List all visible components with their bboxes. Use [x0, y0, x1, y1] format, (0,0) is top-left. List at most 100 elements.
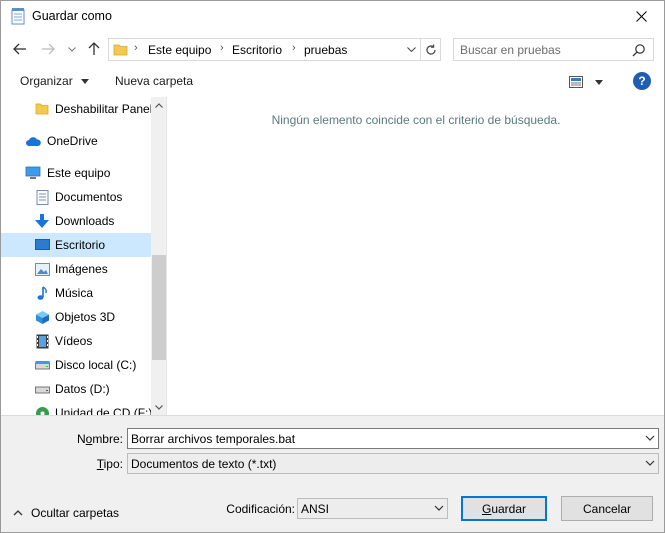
- sidebar-item-este-equipo[interactable]: Este equipo: [1, 161, 151, 185]
- chevron-down-icon: [68, 46, 76, 52]
- encoding-value: ANSI: [301, 502, 330, 516]
- notepad-icon: [11, 8, 25, 25]
- sidebar-item-unidad-cd-f[interactable]: Unidad de CD (F:): [1, 401, 153, 415]
- save-options-panel: Nombre: Borrar archivos temporales.bat T…: [1, 415, 664, 532]
- chevron-down-icon: [645, 435, 655, 441]
- chevron-down-icon: [406, 47, 416, 52]
- arrow-left-icon: [13, 43, 26, 55]
- folder-icon: [113, 44, 128, 56]
- chevron-down-icon: [645, 460, 655, 466]
- address-bar[interactable]: › Este equipo › Escritorio › pruebas: [108, 38, 441, 61]
- sidebar-item-label: Documentos: [55, 190, 123, 204]
- hide-folders-toggle[interactable]: Ocultar carpetas: [13, 506, 119, 520]
- sidebar-item-label: Downloads: [55, 214, 115, 228]
- sidebar-item-videos[interactable]: Vídeos: [1, 329, 151, 353]
- close-icon: [635, 11, 647, 22]
- chevron-down-icon: [434, 505, 444, 511]
- refresh-button[interactable]: [420, 39, 441, 60]
- window-title: Guardar como: [32, 9, 112, 23]
- documents-icon: [34, 189, 50, 205]
- filename-field[interactable]: Borrar archivos temporales.bat: [127, 428, 659, 449]
- caret-down-icon: [595, 79, 603, 85]
- address-dropdown-button[interactable]: [402, 39, 420, 60]
- computer-icon: [25, 165, 41, 181]
- arrow-up-icon: [88, 42, 100, 55]
- help-button[interactable]: ?: [633, 72, 651, 90]
- breadcrumb-este-equipo[interactable]: Este equipo: [148, 43, 211, 57]
- sidebar-item-label: Imágenes: [55, 262, 108, 276]
- forward-button[interactable]: [39, 39, 57, 59]
- chevron-up-icon: [155, 102, 163, 108]
- filename-label: Nombre:: [76, 432, 123, 446]
- search-box[interactable]: [453, 38, 654, 61]
- sidebar-item-label: Deshabilitar Panel: [55, 102, 153, 116]
- sidebar-item-disco-local-c[interactable]: Disco local (C:): [1, 353, 151, 377]
- sidebar-item-label: Unidad de CD (F:): [55, 406, 153, 415]
- file-type-value: Documentos de texto (*.txt): [131, 457, 277, 471]
- sidebar-item-label: Este equipo: [47, 166, 111, 180]
- sidebar-item-objetos-3d[interactable]: Objetos 3D: [1, 305, 151, 329]
- sidebar-item-label: OneDrive: [47, 134, 98, 148]
- sidebar-item-documentos[interactable]: Documentos: [1, 185, 151, 209]
- view-details-icon: [569, 76, 583, 88]
- folder-icon: [34, 101, 50, 117]
- back-button[interactable]: [11, 39, 29, 59]
- scroll-up-button[interactable]: [151, 97, 166, 113]
- close-button[interactable]: [618, 1, 664, 32]
- encoding-select[interactable]: ANSI: [297, 498, 448, 519]
- title-bar: Guardar como: [1, 1, 664, 32]
- cancel-button[interactable]: Cancelar: [561, 496, 653, 521]
- cd-drive-icon: [34, 405, 50, 415]
- scroll-thumb[interactable]: [152, 255, 166, 360]
- save-as-dialog: Guardar como › Este equipo › Escritorio …: [0, 0, 665, 533]
- sidebar-item-deshabilitar-panel[interactable]: Deshabilitar Panel: [1, 97, 153, 121]
- sidebar-item-label: Disco local (C:): [55, 358, 137, 372]
- sidebar-item-onedrive[interactable]: OneDrive: [1, 129, 151, 153]
- save-button[interactable]: Guardar: [461, 496, 547, 521]
- caret-down-icon: [81, 79, 90, 85]
- cloud-icon: [25, 133, 41, 149]
- search-icon: [632, 44, 645, 57]
- breadcrumb-pruebas[interactable]: pruebas: [304, 43, 347, 57]
- video-icon: [34, 333, 50, 349]
- sidebar-item-datos-d[interactable]: Datos (D:): [1, 377, 151, 401]
- view-options-button[interactable]: [569, 73, 609, 91]
- download-icon: [34, 213, 50, 229]
- sidebar-item-musica[interactable]: Música: [1, 281, 151, 305]
- breadcrumb-escritorio[interactable]: Escritorio: [232, 43, 282, 57]
- chevron-down-icon: [155, 404, 163, 410]
- breadcrumb-separator: ›: [134, 42, 138, 54]
- cube-icon: [34, 309, 50, 325]
- sidebar-item-label: Objetos 3D: [55, 310, 116, 324]
- file-list-pane[interactable]: Ningún elemento coincide con el criterio…: [168, 97, 664, 415]
- pictures-icon: [34, 261, 50, 277]
- sidebar-item-escritorio[interactable]: Escritorio: [1, 233, 151, 257]
- refresh-icon: [426, 44, 436, 55]
- breadcrumb-separator: ›: [220, 42, 224, 54]
- empty-results-message: Ningún elemento coincide con el criterio…: [271, 113, 561, 127]
- sidebar-item-label: Escritorio: [55, 238, 106, 252]
- scroll-down-button[interactable]: [151, 399, 166, 415]
- breadcrumb-separator: ›: [292, 42, 296, 54]
- sidebar-item-label: Música: [55, 286, 94, 300]
- chevron-up-icon: [13, 510, 23, 516]
- arrow-right-icon: [42, 43, 55, 55]
- drive-icon: [34, 381, 50, 397]
- sidebar-item-label: Vídeos: [55, 334, 93, 348]
- sidebar-item-downloads[interactable]: Downloads: [1, 209, 151, 233]
- type-label: Tipo:: [96, 457, 123, 471]
- navigation-pane: Deshabilitar Panel OneDrive Este equipo …: [1, 97, 167, 415]
- search-input[interactable]: [460, 42, 630, 58]
- organize-menu-button[interactable]: Organizar: [20, 74, 90, 88]
- hide-folders-label: Ocultar carpetas: [31, 506, 120, 520]
- file-type-select[interactable]: Documentos de texto (*.txt): [127, 453, 659, 474]
- new-folder-button[interactable]: Nueva carpeta: [115, 74, 193, 88]
- sidebar-item-imagenes[interactable]: Imágenes: [1, 257, 151, 281]
- sidebar-item-label: Datos (D:): [55, 382, 110, 396]
- up-button[interactable]: [85, 39, 103, 59]
- recent-locations-button[interactable]: [65, 39, 79, 59]
- desktop-icon: [34, 237, 50, 253]
- music-icon: [34, 285, 50, 301]
- drive-icon: [34, 357, 50, 373]
- nav-scrollbar[interactable]: [151, 97, 166, 415]
